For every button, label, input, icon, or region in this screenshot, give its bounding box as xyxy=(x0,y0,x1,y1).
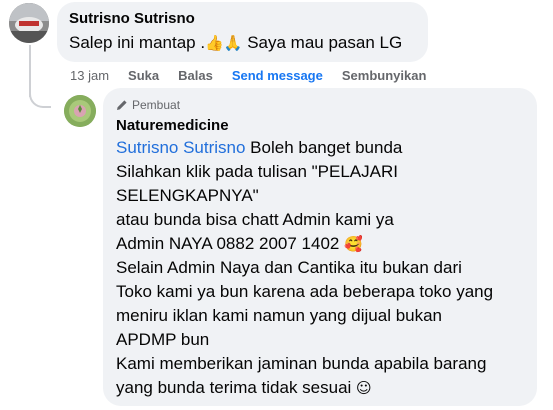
thread-connector xyxy=(29,72,51,108)
smiling-face-icon: ☺ xyxy=(356,379,372,397)
reply-line: Toko kami ya bun karena ada beberapa tok… xyxy=(116,282,494,301)
user-avatar[interactable] xyxy=(9,3,49,43)
reply-bubble: Pembuat Naturemedicine Sutrisno Sutrisno… xyxy=(103,88,537,406)
smiling-face-with-hearts-icon: 🥰 xyxy=(344,235,363,253)
author-badge: Pembuat xyxy=(116,97,524,113)
comment-text: Salep ini mantap .👍🙏 Saya mau pasan LG xyxy=(69,33,403,52)
comment-author[interactable]: Sutrisno Sutrisno xyxy=(69,10,416,28)
reply-line: atau bunda bisa chatt Admin kami ya xyxy=(116,210,394,229)
reply-line: SELENGKAPNYA" xyxy=(116,186,259,205)
send-message-button[interactable]: Send message xyxy=(232,68,323,83)
reply-line: Sutrisno Sutrisno Boleh banget bunda xyxy=(116,138,403,157)
hide-button[interactable]: Sembunyikan xyxy=(342,68,427,83)
comment-actions: 13 jam Suka Balas Send message Sembunyik… xyxy=(70,66,445,84)
page-avatar[interactable] xyxy=(64,95,96,127)
pencil-icon xyxy=(117,100,127,110)
reply-author[interactable]: Naturemedicine xyxy=(116,116,524,136)
thumbs-up-icon: 👍 xyxy=(205,34,224,52)
avatar-photo-icon xyxy=(9,3,49,43)
like-button[interactable]: Suka xyxy=(128,68,159,83)
reply-line: Selain Admin Naya dan Cantika itu bukan … xyxy=(116,258,462,277)
reply-line: APDMP bun xyxy=(116,330,210,349)
reply-line: Kami memberikan jaminan bunda apabila ba… xyxy=(116,354,487,373)
comment-bubble: Sutrisno Sutrisno Salep ini mantap .👍🙏 S… xyxy=(57,2,428,62)
praying-hands-icon: 🙏 xyxy=(223,34,243,52)
naturemedicine-logo-icon xyxy=(64,95,96,127)
mention-link[interactable]: Sutrisno Sutrisno xyxy=(116,138,245,157)
reply-line: meniru iklan kami namun yang dijual buka… xyxy=(116,306,443,325)
reply-line: Admin NAYA 0882 2007 1402 🥰 xyxy=(116,234,363,253)
comment-time[interactable]: 13 jam xyxy=(70,68,109,83)
reply-line: yang bunda terima tidak sesuai ☺ xyxy=(116,378,372,397)
reply-button[interactable]: Balas xyxy=(178,68,213,83)
reply-text: Sutrisno Sutrisno Boleh banget bunda Sil… xyxy=(116,136,524,400)
reply-line: Silahkan klik pada tulisan "PELAJARI xyxy=(116,162,398,181)
